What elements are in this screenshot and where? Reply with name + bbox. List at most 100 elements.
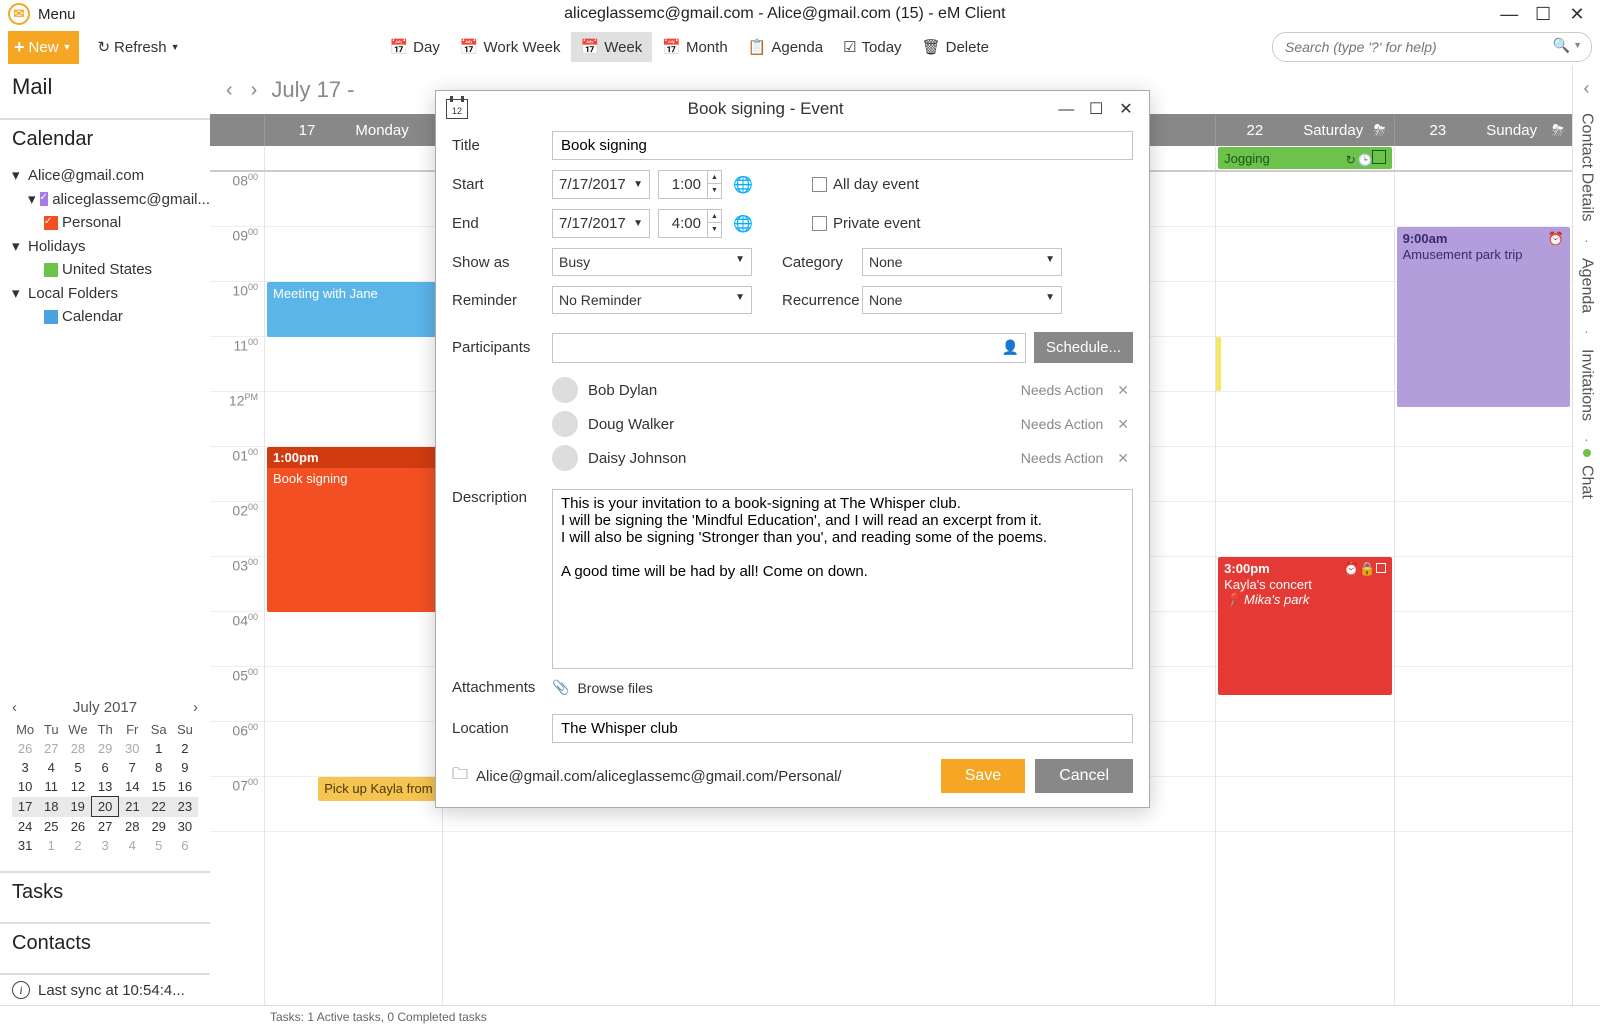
view-day[interactable]: 📅Day bbox=[379, 32, 449, 62]
reminder-select[interactable]: No Reminder▼ bbox=[552, 286, 752, 314]
cancel-button[interactable]: Cancel bbox=[1035, 759, 1133, 793]
tree-account-aliceglass[interactable]: ▾✓aliceglassemc@gmail... bbox=[12, 187, 210, 211]
view-agenda[interactable]: 📋Agenda bbox=[738, 32, 833, 62]
tree-account-alice[interactable]: ▾Alice@gmail.com bbox=[12, 163, 210, 187]
time-spinner[interactable]: ▲▼ bbox=[708, 209, 722, 238]
app-logo-icon: ✉ bbox=[8, 3, 30, 25]
next-month-button[interactable]: › bbox=[193, 699, 198, 716]
plus-icon: + bbox=[14, 37, 25, 58]
chevron-down-icon: ▼ bbox=[735, 292, 745, 308]
prev-week-button[interactable]: ‹ bbox=[222, 79, 237, 102]
save-button[interactable]: Save bbox=[941, 759, 1025, 793]
event-booksigning[interactable]: 1:00pm Book signing bbox=[267, 447, 440, 612]
checkbox-icon[interactable] bbox=[44, 263, 58, 277]
participant-row[interactable]: Doug Walker Needs Action ✕ bbox=[552, 407, 1133, 441]
tree-local-calendar[interactable]: Calendar bbox=[12, 305, 210, 328]
contacts-section[interactable]: Contacts bbox=[0, 924, 210, 963]
toolbar: + New ▼ ↻ Refresh ▼ 📅Day 📅Work Week 📅Wee… bbox=[0, 28, 1600, 66]
browse-files-link[interactable]: Browse files bbox=[577, 680, 652, 696]
participants-input[interactable]: 👤 bbox=[552, 333, 1026, 363]
close-button[interactable]: ✕ bbox=[1562, 4, 1592, 25]
search-dropdown-icon[interactable]: ▼ bbox=[1573, 40, 1582, 50]
people-icon[interactable]: 👤 bbox=[1002, 339, 1019, 356]
agenda-icon: 📋 bbox=[748, 38, 767, 56]
tasks-section[interactable]: Tasks bbox=[0, 873, 210, 912]
event-amusement[interactable]: 9:00am⏰ Amusement park trip bbox=[1397, 227, 1570, 407]
location-input[interactable] bbox=[552, 714, 1133, 743]
time-spinner[interactable]: ▲▼ bbox=[708, 170, 722, 199]
minimize-button[interactable]: — bbox=[1494, 4, 1524, 25]
contact-details-tab[interactable]: Contact Details bbox=[1578, 113, 1596, 222]
info-icon: i bbox=[12, 981, 30, 999]
remove-participant-button[interactable]: ✕ bbox=[1113, 450, 1133, 467]
end-time-input[interactable]: 4:00 bbox=[658, 209, 708, 238]
dialog-maximize-button[interactable]: ☐ bbox=[1083, 99, 1109, 119]
calendar-icon: 📅 bbox=[389, 38, 408, 56]
recurrence-label: Recurrence bbox=[782, 292, 862, 309]
dialog-close-button[interactable]: ✕ bbox=[1113, 99, 1139, 119]
tree-holidays[interactable]: ▾Holidays bbox=[12, 234, 210, 258]
day-header-saturday[interactable]: 22Saturday⛈ bbox=[1215, 114, 1393, 146]
dialog-minimize-button[interactable]: — bbox=[1053, 101, 1079, 119]
allday-checkbox[interactable]: All day event bbox=[812, 176, 919, 193]
description-textarea[interactable] bbox=[552, 489, 1133, 669]
search-input[interactable] bbox=[1272, 32, 1592, 62]
participant-row[interactable]: Bob Dylan Needs Action ✕ bbox=[552, 373, 1133, 407]
search-icon[interactable]: 🔍 bbox=[1553, 37, 1570, 54]
showas-select[interactable]: Busy▼ bbox=[552, 248, 752, 276]
mini-cal-grid[interactable]: MoTuWeThFrSaSu 262728293012 3456789 1011… bbox=[12, 720, 198, 855]
avatar-icon bbox=[552, 411, 578, 437]
calendar-section[interactable]: Calendar bbox=[0, 120, 210, 159]
menu-button[interactable]: Menu bbox=[38, 6, 76, 23]
day-header-sunday[interactable]: 23Sunday⛈ bbox=[1394, 114, 1572, 146]
view-today[interactable]: ☑Today bbox=[833, 32, 911, 62]
tree-us[interactable]: United States bbox=[12, 258, 210, 281]
day-column-monday[interactable]: Meeting with Jane 1:00pm Book signing Pi… bbox=[264, 172, 442, 1005]
save-path[interactable]: 🗀 Alice@gmail.com/aliceglassemc@gmail.co… bbox=[452, 763, 941, 790]
agenda-tab[interactable]: Agenda bbox=[1578, 258, 1596, 313]
start-time-input[interactable]: 1:00 bbox=[658, 170, 708, 199]
remove-participant-button[interactable]: ✕ bbox=[1113, 382, 1133, 399]
delete-button[interactable]: 🗑Delete bbox=[912, 32, 999, 62]
maximize-button[interactable]: ☐ bbox=[1528, 4, 1558, 25]
view-workweek[interactable]: 📅Work Week bbox=[450, 32, 571, 62]
event-meeting[interactable]: Meeting with Jane bbox=[267, 282, 440, 337]
title-input[interactable] bbox=[552, 131, 1133, 160]
tree-local[interactable]: ▾Local Folders bbox=[12, 281, 210, 305]
reminder-label: Reminder bbox=[452, 292, 552, 309]
start-date-select[interactable]: 7/17/2017▼ bbox=[552, 170, 650, 199]
event-jogging[interactable]: Jogging ↻🕒 bbox=[1218, 147, 1391, 169]
checkbox-icon[interactable] bbox=[44, 310, 58, 324]
view-month[interactable]: 📅Month bbox=[652, 32, 737, 62]
private-checkbox[interactable]: Private event bbox=[812, 215, 921, 232]
day-column-saturday[interactable]: 3:00pm⏰🔒 Kayla's concert 📍 Mika's park bbox=[1215, 172, 1393, 1005]
day-column-sunday[interactable]: 9:00am⏰ Amusement park trip bbox=[1394, 172, 1572, 1005]
remove-participant-button[interactable]: ✕ bbox=[1113, 416, 1133, 433]
window-title: aliceglassemc@gmail.com - Alice@gmail.co… bbox=[76, 5, 1495, 23]
tree-personal[interactable]: ✓Personal bbox=[12, 211, 210, 234]
chat-tab[interactable]: Chat bbox=[1578, 465, 1596, 499]
participant-row[interactable]: Daisy Johnson Needs Action ✕ bbox=[552, 441, 1133, 475]
event-concert[interactable]: 3:00pm⏰🔒 Kayla's concert 📍 Mika's park bbox=[1218, 557, 1391, 695]
view-week[interactable]: 📅Week bbox=[571, 32, 653, 62]
trash-icon: 🗑 bbox=[922, 38, 941, 56]
schedule-button[interactable]: Schedule... bbox=[1034, 332, 1133, 363]
checkbox-icon[interactable]: ✓ bbox=[40, 192, 49, 206]
timezone-button[interactable]: 🌐 bbox=[730, 211, 756, 237]
invitations-tab[interactable]: Invitations bbox=[1578, 349, 1596, 421]
left-sidebar: Mail Calendar ▾Alice@gmail.com ▾✓alicegl… bbox=[0, 66, 210, 1005]
category-label: Category bbox=[782, 254, 862, 271]
next-week-button[interactable]: › bbox=[247, 79, 262, 102]
mail-section[interactable]: Mail bbox=[0, 66, 210, 108]
checkbox-icon[interactable]: ✓ bbox=[44, 216, 58, 230]
avatar-icon bbox=[552, 377, 578, 403]
collapse-button[interactable]: ‹ bbox=[1584, 72, 1590, 105]
new-button[interactable]: + New ▼ bbox=[8, 31, 79, 64]
category-select[interactable]: None▼ bbox=[862, 248, 1062, 276]
day-header-monday[interactable]: 17Monday bbox=[264, 114, 442, 146]
recurrence-select[interactable]: None▼ bbox=[862, 286, 1062, 314]
prev-month-button[interactable]: ‹ bbox=[12, 699, 17, 716]
end-date-select[interactable]: 7/17/2017▼ bbox=[552, 209, 650, 238]
timezone-button[interactable]: 🌐 bbox=[730, 172, 756, 198]
refresh-button[interactable]: ↻ Refresh ▼ bbox=[97, 38, 179, 56]
